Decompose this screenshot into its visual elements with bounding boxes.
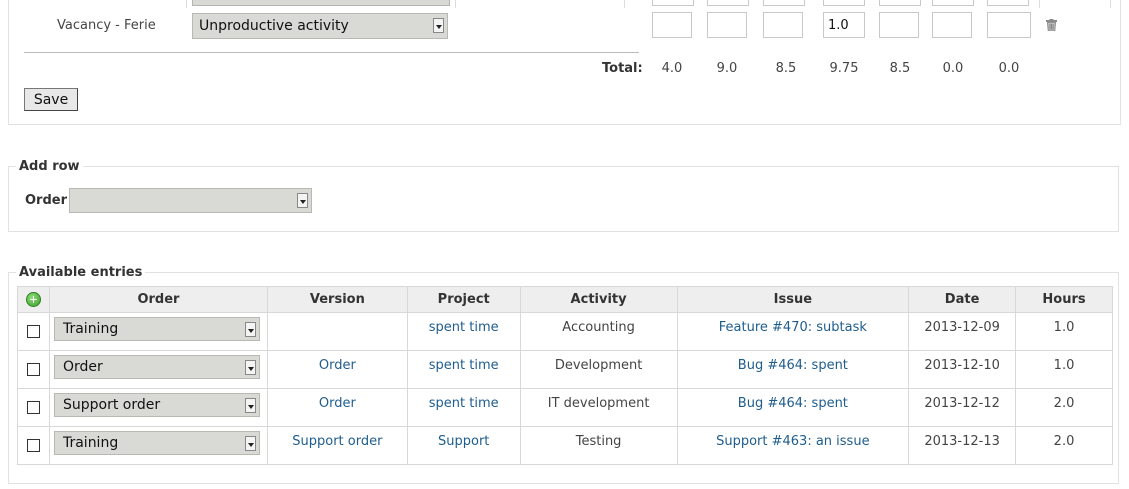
date-cell: 2013-12-12 xyxy=(924,395,1000,411)
hours-input-day7[interactable] xyxy=(987,12,1031,38)
project-link[interactable]: spent time xyxy=(429,320,499,335)
activity-cell: IT development xyxy=(547,395,650,411)
issue-link[interactable]: Bug #464: spent xyxy=(738,358,848,373)
previous-row-hours[interactable] xyxy=(823,0,865,6)
column-header-order[interactable]: Order xyxy=(48,286,268,313)
total-value: 8.5 xyxy=(889,61,911,76)
activity-cell: Development xyxy=(554,357,643,373)
issue-link[interactable]: Bug #464: spent xyxy=(738,396,848,411)
activity-cell: Testing xyxy=(575,433,622,449)
total-value: 8.5 xyxy=(775,61,797,76)
hours-input-day1[interactable] xyxy=(652,12,692,38)
activity-select[interactable]: Unproductive activity xyxy=(192,13,448,39)
row-order-value: Training xyxy=(62,321,119,337)
hours-input-day5[interactable] xyxy=(879,12,919,38)
add-row-legend: Add row xyxy=(16,159,83,174)
total-separator xyxy=(24,52,639,53)
total-value: 0.0 xyxy=(942,61,964,76)
activity-select-value: Unproductive activity xyxy=(199,18,349,34)
row-checkbox[interactable] xyxy=(26,401,40,414)
project-link[interactable]: Support xyxy=(438,434,489,449)
column-header-date[interactable]: Date xyxy=(908,286,1017,313)
table-header-row: Order Version Project Activity Issue Dat… xyxy=(17,286,1113,313)
total-label: Total: xyxy=(602,61,643,76)
version-link[interactable]: Order xyxy=(319,358,356,373)
previous-row-hours[interactable] xyxy=(763,0,805,6)
row-order-select[interactable]: Training xyxy=(53,431,260,455)
column-divider xyxy=(455,0,456,8)
project-link[interactable]: spent time xyxy=(429,358,499,373)
total-value: 9.0 xyxy=(716,61,738,76)
previous-row-hours[interactable] xyxy=(879,0,921,6)
total-value: 0.0 xyxy=(998,61,1020,76)
issue-link[interactable]: Support #463: an issue xyxy=(716,434,869,449)
total-value: 9.75 xyxy=(829,61,859,76)
row-label: Vacancy - Ferie xyxy=(57,18,156,33)
total-value: 4.0 xyxy=(661,61,683,76)
hours-input-day6[interactable] xyxy=(932,12,972,38)
row-order-select[interactable]: Training xyxy=(53,317,260,341)
row-order-select[interactable]: Support order xyxy=(53,393,260,417)
dropdown-arrow-icon xyxy=(433,18,444,33)
project-link[interactable]: spent time xyxy=(429,396,499,411)
add-order-select[interactable] xyxy=(69,188,312,213)
version-link[interactable]: Order xyxy=(319,396,356,411)
previous-row-hours[interactable] xyxy=(707,0,749,6)
version-link[interactable]: Support order xyxy=(292,434,382,449)
dropdown-arrow-icon xyxy=(244,436,256,451)
previous-row-select[interactable] xyxy=(192,0,450,6)
activity-cell: Accounting xyxy=(562,319,635,335)
dropdown-arrow-icon xyxy=(244,360,256,375)
dropdown-arrow-icon xyxy=(244,322,256,337)
previous-row-hours[interactable] xyxy=(987,0,1029,6)
row-checkbox[interactable] xyxy=(26,325,40,338)
dropdown-arrow-icon xyxy=(297,193,308,208)
hours-input-day3[interactable] xyxy=(763,12,803,38)
date-cell: 2013-12-10 xyxy=(924,357,1000,373)
column-header-hours[interactable]: Hours xyxy=(1015,286,1113,313)
dropdown-arrow-icon xyxy=(244,398,256,413)
previous-row-hours[interactable] xyxy=(652,0,694,6)
date-cell: 2013-12-09 xyxy=(924,319,1000,335)
add-circle-icon[interactable] xyxy=(25,292,41,307)
column-divider xyxy=(1039,0,1040,8)
table-row: Training spent time Accounting Feature #… xyxy=(17,312,1113,351)
row-order-select[interactable]: Order xyxy=(53,355,260,379)
hours-input-day2[interactable] xyxy=(707,12,747,38)
hours-cell: 2.0 xyxy=(1053,395,1075,411)
issue-link[interactable]: Feature #470: subtask xyxy=(719,320,867,335)
order-label: Order xyxy=(25,193,67,208)
column-header-activity[interactable]: Activity xyxy=(519,286,678,313)
available-entries-legend: Available entries xyxy=(16,265,146,280)
table-row: Order Order spent time Development Bug #… xyxy=(17,350,1113,389)
trash-icon[interactable] xyxy=(1046,19,1057,31)
row-checkbox[interactable] xyxy=(26,363,40,376)
row-order-value: Support order xyxy=(62,397,161,413)
column-header-issue[interactable]: Issue xyxy=(676,286,910,313)
column-divider xyxy=(186,0,187,8)
row-order-value: Order xyxy=(62,359,103,375)
row-checkbox[interactable] xyxy=(26,439,40,452)
select-all-header[interactable] xyxy=(17,286,50,313)
save-button[interactable]: Save xyxy=(24,88,78,111)
hours-cell: 1.0 xyxy=(1053,357,1075,373)
row-order-value: Training xyxy=(62,435,119,451)
hours-input-day4[interactable] xyxy=(823,12,865,38)
column-header-version[interactable]: Version xyxy=(266,286,408,313)
date-cell: 2013-12-13 xyxy=(924,433,1000,449)
hours-cell: 1.0 xyxy=(1053,319,1075,335)
column-divider xyxy=(624,0,625,8)
available-entries-table: Order Version Project Activity Issue Dat… xyxy=(17,286,1113,465)
previous-row-hours[interactable] xyxy=(932,0,974,6)
table-row: Support order Order spent time IT develo… xyxy=(17,388,1113,427)
column-divider xyxy=(1110,0,1111,8)
hours-cell: 2.0 xyxy=(1053,433,1075,449)
table-row: Training Support order Support Testing S… xyxy=(17,426,1113,465)
column-header-project[interactable]: Project xyxy=(406,286,521,313)
